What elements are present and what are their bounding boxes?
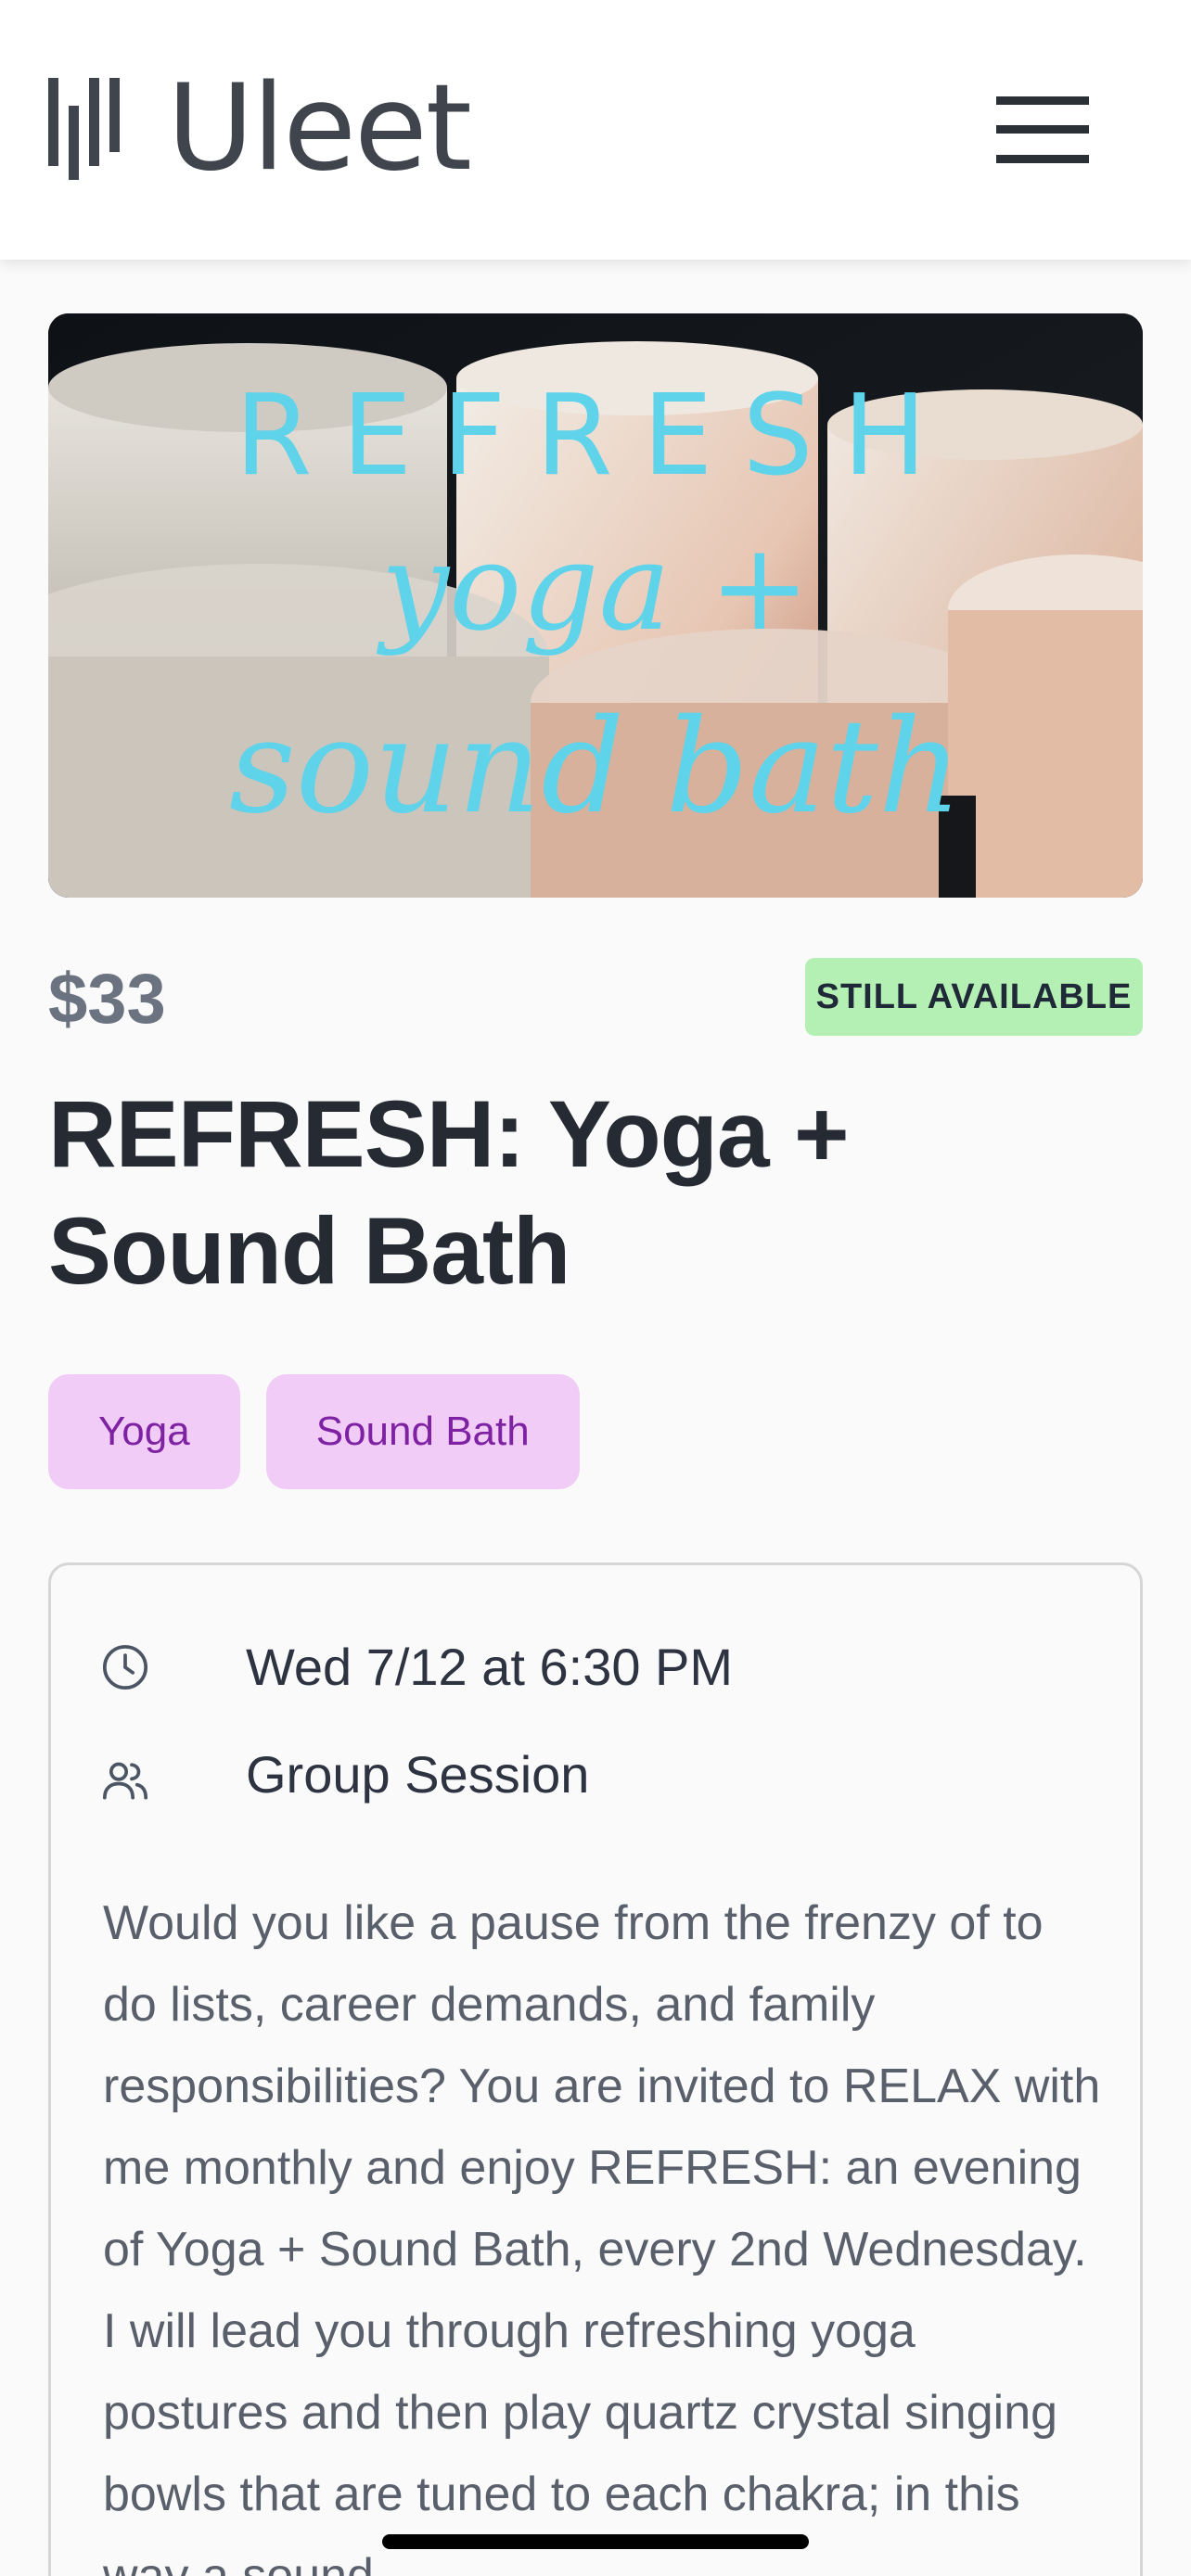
tag-sound-bath[interactable]: Sound Bath [265,1374,580,1489]
tag-yoga[interactable]: Yoga [48,1374,240,1489]
hero-text-sound-bath: sound bath [228,692,963,843]
event-price: $33 [48,960,166,1039]
session-type-row: Group Session [99,1745,589,1806]
brand-name: Uleet [167,59,472,198]
uleet-logo-icon [48,78,120,180]
event-details-card: Wed 7/12 at 6:30 PM Group Session Would … [48,1562,1143,2576]
users-icon [102,1762,148,1800]
event-tags: Yoga Sound Bath [48,1374,580,1489]
hero-text-refresh: REFRESH [235,372,956,501]
home-indicator[interactable] [382,2534,809,2549]
availability-badge: STILL AVAILABLE [805,958,1143,1036]
hero-text-yoga: yoga + [380,516,811,657]
event-title: REFRESH: Yoga + Sound Bath [48,1081,850,1304]
event-description: Would you like a pause from the frenzy o… [103,1896,1101,2576]
datetime-row: Wed 7/12 at 6:30 PM [99,1638,733,1696]
hamburger-menu-icon[interactable] [996,96,1089,163]
event-hero-image: REFRESH yoga + sound bath [48,313,1143,898]
app-header: Uleet [0,0,1191,260]
session-type: Group Session [246,1745,590,1804]
clock-icon [102,1644,148,1690]
uleet-logo[interactable]: Uleet [48,59,472,198]
event-datetime: Wed 7/12 at 6:30 PM [246,1638,734,1696]
